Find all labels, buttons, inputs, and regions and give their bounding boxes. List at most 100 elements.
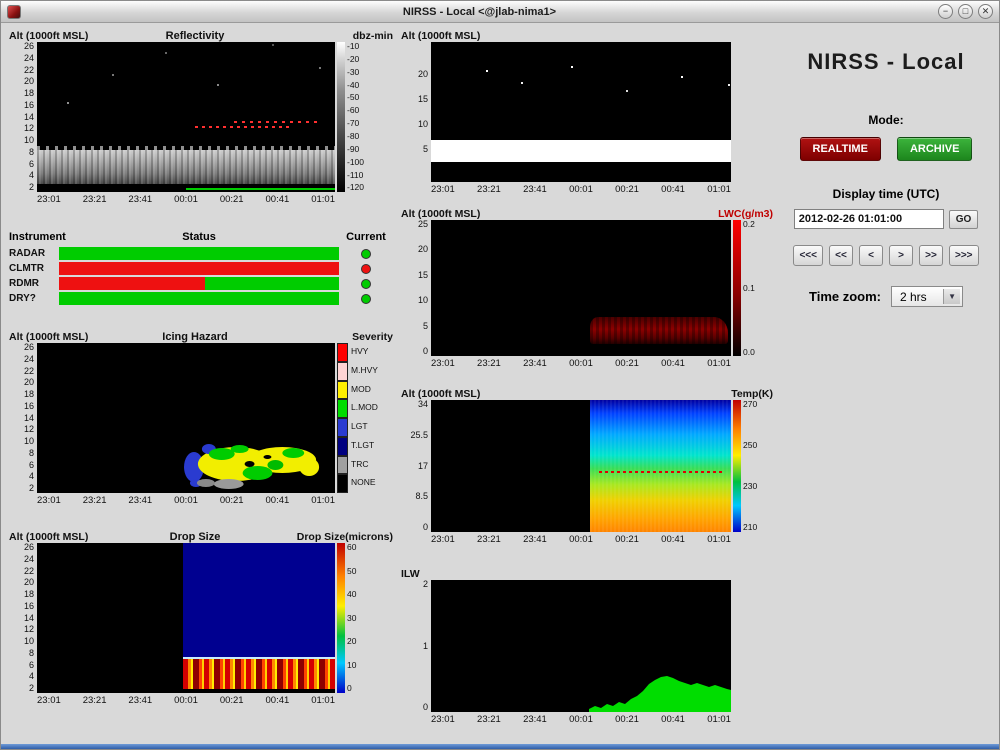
drop-size-plot (37, 543, 335, 693)
time-nav-button[interactable]: > (889, 245, 913, 266)
status-header: Status (59, 231, 339, 243)
time-nav-button[interactable]: <<< (793, 245, 823, 266)
reflectivity-colorbar-label: dbz-min (281, 30, 393, 42)
tick-label: 25 (418, 220, 428, 229)
reflectivity-speckle (67, 102, 69, 104)
tick-label: 14 (24, 614, 34, 623)
instrument-status-row: RDMR (9, 276, 393, 291)
tick-label: 34 (418, 400, 428, 409)
icing-hazard-plot (37, 343, 335, 493)
tick-label: 4 (29, 171, 34, 180)
status-rows: RADARCLMTRRDMRDRY? (9, 246, 393, 306)
tick-label: 20 (347, 637, 375, 646)
tick-label: 0.2 (743, 220, 771, 229)
tick-label: 0 (423, 703, 428, 712)
instrument-status-row: DRY? (9, 291, 393, 306)
tick-label: 23:41 (523, 184, 547, 195)
alt-axis-label: Alt (1000ft MSL) (401, 208, 501, 220)
top-plot-y-axis: 2015105 (401, 42, 431, 182)
reflectivity-red-trace (195, 126, 290, 128)
tick-label: 10 (24, 136, 34, 145)
tick-label: 50 (347, 567, 375, 576)
tick-label: 6 (29, 160, 34, 169)
app-icon[interactable] (7, 5, 21, 19)
go-button[interactable]: GO (949, 210, 979, 229)
ilw-plot (431, 580, 731, 712)
severity-swatch (337, 343, 348, 362)
tick-label: 23:01 (431, 714, 455, 725)
temperature-red-trace (599, 471, 725, 473)
time-axis: 23:0123:2123:4100:0100:2100:4101:01 (431, 712, 731, 725)
icing-title: Icing Hazard (109, 331, 281, 343)
tick-label: 0.1 (743, 284, 771, 293)
tick-label: -100 (347, 158, 375, 167)
tick-label: 23:01 (37, 695, 61, 706)
tick-label: 1 (423, 642, 428, 651)
current-indicator (361, 279, 371, 289)
tick-label: 23:01 (431, 184, 455, 195)
tick-label: 14 (24, 414, 34, 423)
tick-label: 60 (347, 543, 375, 552)
dropdown-arrow-icon: ▼ (943, 289, 960, 304)
drop-size-band (183, 657, 335, 689)
reflectivity-plot (37, 42, 335, 192)
tick-label: 2 (29, 684, 34, 693)
tick-label: 23:21 (477, 714, 501, 725)
minimize-button[interactable]: − (938, 4, 953, 19)
realtime-button[interactable]: REALTIME (800, 137, 881, 161)
severity-swatch (337, 381, 348, 400)
display-time-label: Display time (UTC) (781, 187, 991, 201)
time-nav-button[interactable]: << (829, 245, 853, 266)
reflectivity-title: Reflectivity (109, 30, 281, 42)
tick-label: 4 (29, 472, 34, 481)
severity-label: TRC (348, 456, 368, 475)
tick-label: 6 (29, 461, 34, 470)
severity-label: NONE (348, 474, 376, 493)
severity-label: HVY (348, 343, 368, 362)
tick-label: 22 (24, 567, 34, 576)
severity-swatch (337, 456, 348, 475)
instrument-status-row: RADAR (9, 246, 393, 261)
current-header: Current (339, 231, 393, 243)
tick-label: 23:21 (83, 194, 107, 205)
cloud-base-band (431, 140, 731, 162)
icing-y-axis: 2624222018161412108642 (9, 343, 37, 493)
tick-label: 00:41 (266, 695, 290, 706)
ilw-panel: ILW 210 23:0123:2123:4100:0100:2100:4101… (401, 567, 773, 725)
tick-label: 270 (743, 400, 771, 409)
time-nav-button[interactable]: >> (919, 245, 943, 266)
severity-legend-item: LGT (337, 418, 383, 437)
display-time-input[interactable] (794, 209, 944, 229)
tick-label: -40 (347, 81, 375, 90)
severity-legend-item: M.HVY (337, 362, 383, 381)
time-zoom-select[interactable]: 2 hrs ▼ (891, 286, 963, 307)
close-button[interactable]: ✕ (978, 4, 993, 19)
titlebar[interactable]: NIRSS - Local <@jlab-nima1> − □ ✕ (1, 1, 999, 23)
instrument-header: Instrument (9, 231, 59, 243)
current-indicator (361, 264, 371, 274)
icing-hazard-blob (37, 343, 335, 493)
tick-label: 24 (24, 355, 34, 364)
drop-size-colorbar (337, 543, 345, 693)
archive-button[interactable]: ARCHIVE (897, 137, 973, 161)
status-bar-segment (59, 277, 205, 290)
tick-label: 23:41 (128, 194, 152, 205)
drop-size-colorbar-label: Drop Size(microns) (281, 531, 393, 543)
tick-label: 23:41 (128, 695, 152, 706)
tick-label: 5 (423, 145, 428, 154)
time-zoom-label: Time zoom: (809, 289, 881, 304)
tick-label: 00:01 (174, 695, 198, 706)
tick-label: -70 (347, 119, 375, 128)
tick-label: 26 (24, 42, 34, 51)
time-nav-button[interactable]: < (859, 245, 883, 266)
tick-label: 24 (24, 555, 34, 564)
severity-label: MOD (348, 381, 371, 400)
maximize-button[interactable]: □ (958, 4, 973, 19)
tick-label: 20 (418, 70, 428, 79)
severity-label: Severity (281, 331, 393, 343)
tick-label: 00:01 (569, 534, 593, 545)
time-nav-button[interactable]: >>> (949, 245, 979, 266)
tick-label: 12 (24, 425, 34, 434)
lwc-plot (431, 220, 731, 356)
status-bar-segment (205, 277, 339, 290)
